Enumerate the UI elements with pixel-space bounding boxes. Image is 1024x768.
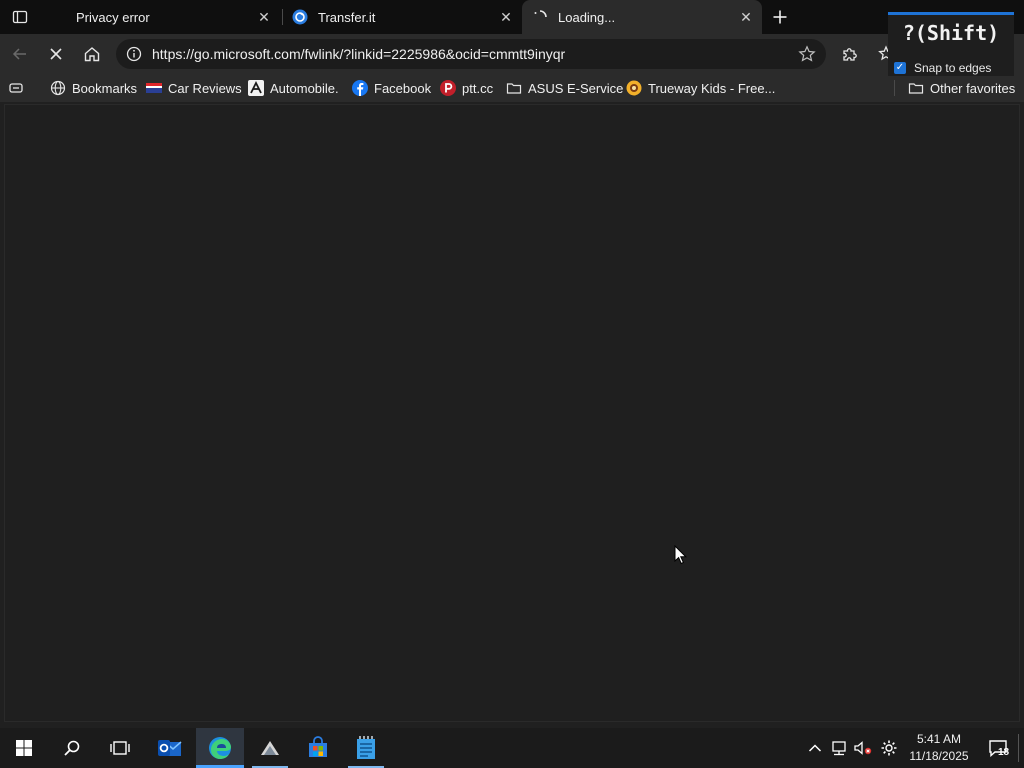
shortcut-key-label: ?(Shift) (902, 21, 1000, 45)
extensions-button[interactable] (834, 38, 866, 70)
tab-loading[interactable]: Loading... ✕ (522, 0, 762, 34)
plus-icon (773, 10, 787, 24)
bookmark-label: Automobile. (270, 80, 339, 96)
start-icon (16, 740, 32, 756)
show-hidden-icons-button[interactable] (804, 728, 826, 768)
tab-actions-button[interactable] (0, 0, 40, 34)
taskbar-edge[interactable] (196, 728, 244, 768)
volume-button[interactable] (852, 728, 874, 768)
taskbar-outlook[interactable] (146, 728, 194, 768)
back-button[interactable] (4, 38, 36, 70)
home-icon (84, 47, 100, 62)
bookmark-label: ASUS E-Service (528, 80, 624, 96)
tab-actions-icon (12, 10, 28, 24)
taskbar-notepad[interactable] (342, 728, 390, 768)
bookmark-automobile[interactable]: Automobile. (248, 78, 339, 98)
loading-spinner-icon (532, 9, 548, 25)
taskbar-search-button[interactable] (48, 728, 96, 768)
bookmark-trueway-kids[interactable]: Trueway Kids - Free... (626, 78, 775, 98)
tab-transfer-it[interactable]: Transfer.it ✕ (282, 0, 522, 34)
show-desktop-button[interactable] (1018, 734, 1019, 762)
close-icon[interactable]: ✕ (256, 9, 272, 25)
shortcut-overlay: ?(Shift) ✓ Snap to edges (888, 12, 1014, 76)
tab-privacy-error[interactable]: Privacy error ✕ (40, 0, 280, 34)
network-button[interactable] (828, 728, 850, 768)
network-icon (832, 741, 846, 756)
start-button[interactable] (0, 728, 48, 768)
globe-icon (50, 80, 66, 96)
privacy-error-icon (50, 9, 66, 25)
task-view-icon (110, 741, 130, 755)
new-tab-button[interactable] (766, 3, 794, 31)
bookmark-label: Car Reviews (168, 80, 242, 96)
page-content[interactable] (4, 104, 1020, 722)
car-reviews-flag-icon (146, 80, 162, 96)
close-icon[interactable]: ✕ (738, 9, 754, 25)
url-text[interactable]: https://go.microsoft.com/fwlink/?linkid=… (152, 46, 798, 62)
outlook-icon (158, 740, 182, 756)
bookmark-label: Facebook (374, 80, 432, 96)
stop-x-icon (50, 48, 62, 60)
gear-icon (881, 740, 897, 756)
bookmark-bookmarks[interactable]: Bookmarks (50, 78, 137, 98)
bookmark-label: Bookmarks (72, 80, 138, 96)
bookmark-asus-e-service[interactable]: ASUS E-Service (506, 78, 623, 98)
trueway-kids-icon (626, 80, 642, 96)
tab-title: Privacy error (76, 9, 150, 25)
bookmark-label: Trueway Kids - Free... (648, 80, 776, 96)
search-icon (64, 740, 80, 756)
tab-title: Loading... (558, 9, 616, 25)
store-icon (309, 736, 327, 757)
home-button[interactable] (76, 38, 108, 70)
site-info-icon[interactable] (126, 46, 142, 62)
close-icon[interactable]: ✕ (498, 9, 514, 25)
tab-strip: Privacy error ✕ Transfer.it ✕ Loading...… (0, 0, 1024, 34)
chevron-up-icon (808, 744, 822, 752)
folder-icon (908, 80, 924, 96)
facebook-icon (352, 80, 368, 96)
clock-date: 11/18/2025 (909, 749, 969, 763)
bookmark-ptt[interactable]: ptt.cc (440, 78, 493, 98)
settings-button[interactable] (878, 728, 900, 768)
stop-loading-button[interactable] (40, 38, 72, 70)
bookmark-label: Other favorites (930, 80, 1016, 96)
folder-icon (506, 80, 522, 96)
clock-time: 5:41 AM (916, 732, 962, 746)
snap-to-edges-label: Snap to edges (914, 61, 992, 75)
bookmarks-bar-toggle[interactable] (8, 78, 30, 98)
bookmarks-divider (894, 80, 895, 96)
edge-icon (209, 737, 231, 759)
bookmark-label: ptt.cc (462, 80, 494, 96)
taskbar-app[interactable] (246, 728, 294, 768)
action-center-button[interactable]: 18 (980, 728, 1016, 768)
task-view-button[interactable] (96, 728, 144, 768)
tab-title: Transfer.it (318, 9, 376, 25)
reading-list-icon (8, 80, 24, 96)
puzzle-icon (843, 48, 857, 61)
checkbox-checked-icon[interactable]: ✓ (894, 62, 906, 74)
mouse-cursor-icon (674, 545, 688, 565)
transfer-it-icon (292, 9, 308, 25)
ptt-icon (440, 80, 456, 96)
app-icon (261, 741, 279, 755)
address-bar[interactable]: https://go.microsoft.com/fwlink/?linkid=… (116, 39, 826, 69)
taskbar-clock[interactable]: 5:41 AM 11/18/2025 (900, 731, 978, 765)
taskbar: 5:41 AM 11/18/2025 18 (0, 728, 1024, 768)
bookmark-other-favorites[interactable]: Other favorites (908, 78, 1015, 98)
taskbar-store[interactable] (294, 728, 342, 768)
favorite-star-icon[interactable] (798, 45, 816, 63)
notepad-icon (357, 736, 375, 759)
volume-muted-icon (854, 741, 872, 755)
bookmarks-bar: Bookmarks Car Reviews Automobile. Facebo… (0, 74, 1024, 102)
automobile-logo-icon (248, 80, 264, 96)
navigation-toolbar: https://go.microsoft.com/fwlink/?linkid=… (0, 34, 1024, 74)
bookmark-car-reviews[interactable]: Car Reviews (146, 78, 242, 98)
notification-count: 18 (998, 747, 1010, 758)
bookmark-facebook[interactable]: Facebook (352, 78, 431, 98)
snap-to-edges-option[interactable]: ✓ Snap to edges (894, 61, 991, 75)
back-arrow-icon (12, 48, 26, 60)
